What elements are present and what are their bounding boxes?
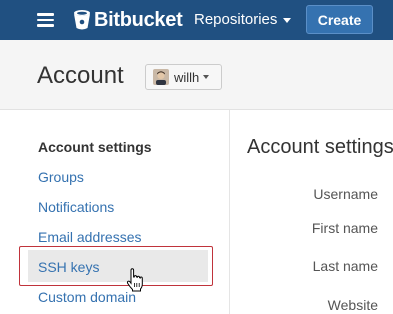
top-navigation-bar: Bitbucket Repositories Create (0, 0, 393, 40)
bitbucket-logo-icon (74, 10, 90, 30)
hamburger-menu-icon[interactable] (37, 12, 55, 28)
user-avatar (153, 69, 169, 85)
sidebar-item-custom-domain[interactable]: Custom domain (38, 289, 136, 305)
chevron-down-icon (203, 75, 210, 79)
sidebar-item-email-addresses[interactable]: Email addresses (38, 229, 142, 245)
repositories-label: Repositories (194, 11, 278, 28)
bitbucket-logo[interactable]: Bitbucket (73, 8, 183, 32)
hand-pointer-cursor-icon (126, 268, 143, 292)
sidebar-item-groups[interactable]: Groups (38, 169, 84, 185)
username-field-label: Username (313, 186, 378, 202)
sidebar-item-notifications[interactable]: Notifications (38, 199, 114, 215)
sidebar-heading: Account settings (38, 139, 152, 155)
account-sidebar: Account settings Groups Notifications Em… (0, 110, 230, 314)
first-name-field-label: First name (311, 220, 378, 236)
username-label: willh (174, 69, 200, 85)
create-button[interactable]: Create (306, 5, 373, 34)
repositories-menu[interactable]: Repositories (194, 11, 292, 28)
website-field-label: Website (327, 297, 378, 313)
chevron-down-icon (283, 18, 292, 23)
brand-name: Bitbucket (94, 8, 183, 31)
page-header: Account willh (0, 40, 393, 110)
sidebar-item-ssh-keys[interactable]: SSH keys (38, 259, 99, 275)
user-switcher-button[interactable]: willh (145, 64, 222, 90)
last-name-field-label: Last name (312, 258, 378, 274)
page-title: Account (37, 62, 124, 89)
section-title: Account settings (247, 136, 393, 158)
